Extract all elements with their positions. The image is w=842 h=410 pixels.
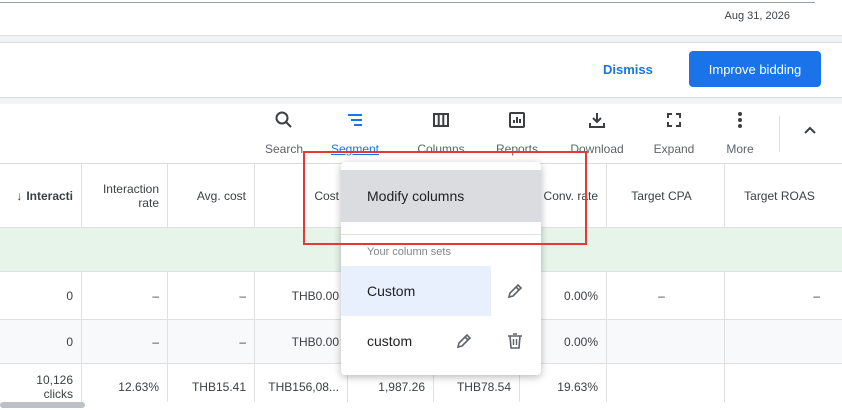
search-tool[interactable]: Search [249, 110, 319, 156]
date-strip: Aug 31, 2026 [0, 0, 842, 36]
cell-target-cpa [607, 320, 725, 363]
expand-tool-label: Expand [653, 142, 695, 156]
column-set-item[interactable]: Custom [341, 266, 541, 316]
columns-tool[interactable]: Columns [406, 110, 476, 156]
download-tool-label: Download [570, 142, 624, 156]
cell-target-roas [725, 320, 842, 363]
column-set-item[interactable]: custom [341, 316, 541, 366]
cell-target-roas: – [813, 288, 820, 303]
header-interaction-rate-line1: Interaction [102, 181, 159, 196]
cell-cost: THB0.00 [255, 272, 348, 319]
cell-target-cpa: – [607, 272, 725, 319]
header-interaction-rate[interactable]: Interaction rate [82, 164, 168, 227]
header-target-cpa[interactable]: Target CPA [607, 164, 725, 227]
cell-interactions: 0 [0, 320, 82, 363]
column-sets-heading: Your column sets [367, 246, 451, 258]
segment-tool[interactable]: Segment [320, 110, 390, 156]
header-interactions[interactable]: ↓ Interacti [0, 164, 82, 227]
download-icon [562, 110, 632, 134]
more-vert-icon [705, 110, 775, 134]
toolbar-divider [779, 116, 780, 152]
columns-icon [406, 110, 476, 134]
header-cost[interactable]: Cost [255, 164, 348, 227]
header-interactions-label: Interacti [26, 188, 73, 203]
segment-tool-label: Segment [330, 142, 380, 156]
cell-interactions-unit: clicks [43, 386, 73, 401]
improve-bidding-button[interactable]: Improve bidding [689, 51, 821, 87]
edit-pencil-icon[interactable] [452, 329, 476, 353]
column-set-label: Custom [367, 283, 416, 299]
chart-baseline [0, 2, 815, 3]
segment-icon [320, 110, 390, 134]
sort-down-icon: ↓ [16, 188, 23, 203]
header-interaction-rate-line2: rate [138, 195, 159, 210]
cell-interactions-count: 10,126 [36, 372, 73, 387]
search-icon [249, 110, 319, 134]
header-target-roas[interactable]: Target ROAS [725, 164, 842, 227]
reports-icon [482, 110, 552, 134]
expand-tool[interactable]: Expand [639, 110, 709, 156]
columns-tool-label: Columns [417, 142, 465, 156]
expand-icon [639, 110, 709, 134]
delete-trash-icon[interactable] [503, 329, 527, 353]
header-avg-cost[interactable]: Avg. cost [168, 164, 255, 227]
selected-highlight [341, 266, 491, 316]
columns-dropdown-menu: Modify columns Your column sets Custom c… [341, 162, 541, 375]
menu-divider [341, 234, 541, 235]
table-toolbar: Search Segment Columns Reports Download … [0, 104, 842, 164]
cell-interaction-rate: – [82, 320, 168, 363]
dismiss-button[interactable]: Dismiss [603, 62, 653, 77]
date-label: Aug 31, 2026 [724, 10, 790, 22]
collapse-chevron-up-icon[interactable] [802, 122, 818, 141]
more-tool[interactable]: More [705, 110, 775, 156]
reports-tool-label: Reports [495, 142, 539, 156]
cell-cost: THB0.00 [255, 320, 348, 363]
cell-interaction-rate: – [82, 272, 168, 319]
more-tool-label: More [726, 142, 754, 156]
scrollbar-thumb[interactable] [0, 402, 85, 408]
cell-avg-cost: – [168, 272, 255, 319]
cell-interactions: 0 [0, 272, 82, 319]
reports-tool[interactable]: Reports [482, 110, 552, 156]
cell-avg-cost: – [168, 320, 255, 363]
bidding-banner: Dismiss Improve bidding [0, 42, 842, 98]
download-tool[interactable]: Download [562, 110, 632, 156]
search-tool-label: Search [264, 142, 304, 156]
modify-columns-item[interactable]: Modify columns [341, 170, 541, 222]
horizontal-scrollbar[interactable] [0, 402, 842, 410]
edit-pencil-icon[interactable] [503, 279, 527, 303]
column-set-label: custom [367, 333, 413, 349]
